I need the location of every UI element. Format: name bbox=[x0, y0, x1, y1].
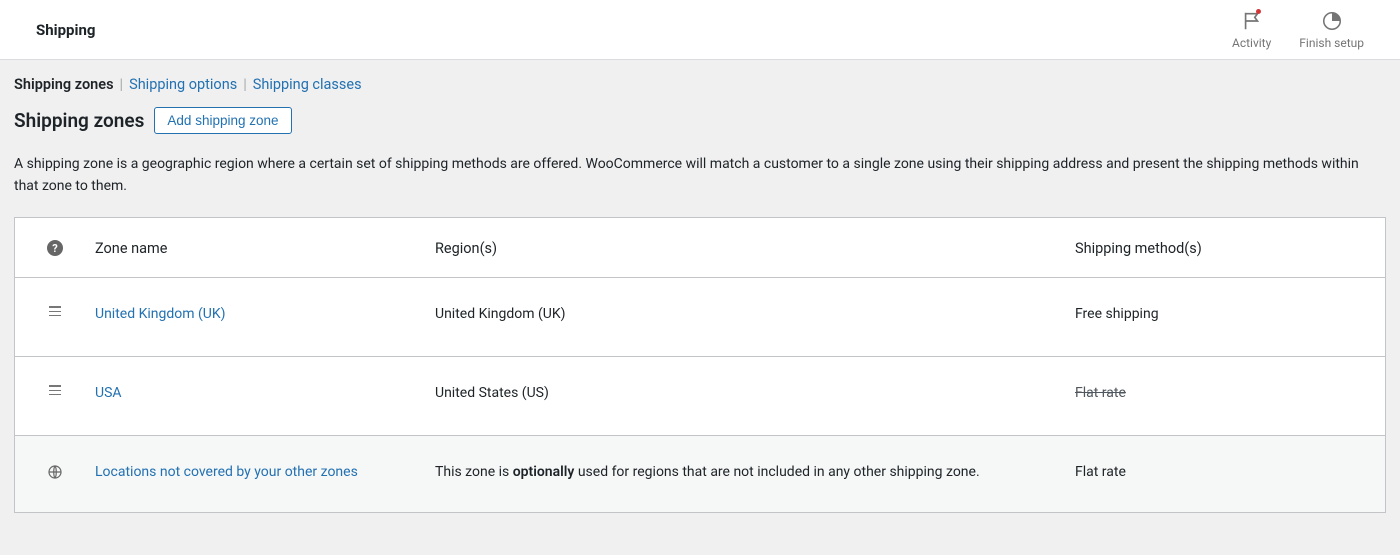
zone-region-cell: United Kingdom (UK) bbox=[435, 278, 1075, 356]
subnav-classes[interactable]: Shipping classes bbox=[253, 76, 362, 93]
content-area: Shipping zones | Shipping options | Ship… bbox=[0, 60, 1400, 529]
activity-flag-icon bbox=[1241, 10, 1263, 32]
drag-handle-cell bbox=[15, 357, 95, 435]
zone-region-cell: United States (US) bbox=[435, 357, 1075, 435]
zone-name-link[interactable]: USA bbox=[95, 385, 122, 401]
header-name: Zone name bbox=[95, 218, 435, 277]
title-row: Shipping zones Add shipping zone bbox=[14, 107, 1386, 134]
notification-dot-icon bbox=[1256, 9, 1261, 14]
section-description: A shipping zone is a geographic region w… bbox=[14, 154, 1386, 197]
subnav-options[interactable]: Shipping options bbox=[129, 76, 237, 93]
header-actions: Activity Finish setup bbox=[1232, 10, 1364, 50]
region-text-prefix: This zone is bbox=[435, 464, 513, 480]
shipping-zones-table: ? Zone name Region(s) Shipping method(s)… bbox=[14, 217, 1386, 513]
header-region: Region(s) bbox=[435, 218, 1075, 277]
header-bar: Shipping Activity Finish setup bbox=[0, 0, 1400, 60]
help-icon[interactable]: ? bbox=[47, 240, 63, 256]
table-footer-row: Locations not covered by your other zone… bbox=[15, 436, 1385, 512]
add-shipping-zone-button[interactable]: Add shipping zone bbox=[154, 107, 291, 134]
table-row: United Kingdom (UK) United Kingdom (UK) … bbox=[15, 278, 1385, 357]
table-row: USA United States (US) Flat rate bbox=[15, 357, 1385, 436]
zone-method-cell: Flat rate bbox=[1075, 436, 1385, 512]
zone-method-cell: Flat rate bbox=[1075, 357, 1385, 435]
globe-icon bbox=[47, 464, 63, 484]
drag-handle-cell bbox=[15, 278, 95, 356]
activity-label: Activity bbox=[1232, 36, 1271, 50]
header-help-cell: ? bbox=[15, 218, 95, 277]
zone-method-strike: Flat rate bbox=[1075, 385, 1126, 401]
section-title: Shipping zones bbox=[14, 109, 144, 132]
subnav-zones[interactable]: Shipping zones bbox=[14, 76, 114, 93]
activity-button[interactable]: Activity bbox=[1232, 10, 1271, 50]
zone-name-link[interactable]: Locations not covered by your other zone… bbox=[95, 464, 358, 480]
region-text-bold: optionally bbox=[513, 464, 575, 480]
separator: | bbox=[120, 76, 124, 93]
page-header-title: Shipping bbox=[36, 21, 95, 39]
zone-name-cell: United Kingdom (UK) bbox=[95, 278, 435, 356]
drag-handle-icon[interactable] bbox=[49, 385, 61, 395]
finish-setup-label: Finish setup bbox=[1299, 36, 1364, 50]
globe-cell bbox=[15, 436, 95, 512]
sub-navigation: Shipping zones | Shipping options | Ship… bbox=[14, 76, 1386, 107]
progress-circle-icon bbox=[1321, 10, 1343, 32]
zone-method-cell: Free shipping bbox=[1075, 278, 1385, 356]
region-text-suffix: used for regions that are not included i… bbox=[574, 464, 979, 480]
zone-name-cell: Locations not covered by your other zone… bbox=[95, 436, 435, 512]
separator: | bbox=[243, 76, 247, 93]
zone-name-cell: USA bbox=[95, 357, 435, 435]
zone-name-link[interactable]: United Kingdom (UK) bbox=[95, 306, 226, 322]
finish-setup-button[interactable]: Finish setup bbox=[1299, 10, 1364, 50]
drag-handle-icon[interactable] bbox=[49, 306, 61, 316]
header-method: Shipping method(s) bbox=[1075, 218, 1385, 277]
zone-region-cell: This zone is optionally used for regions… bbox=[435, 436, 1075, 512]
table-header-row: ? Zone name Region(s) Shipping method(s) bbox=[15, 218, 1385, 278]
